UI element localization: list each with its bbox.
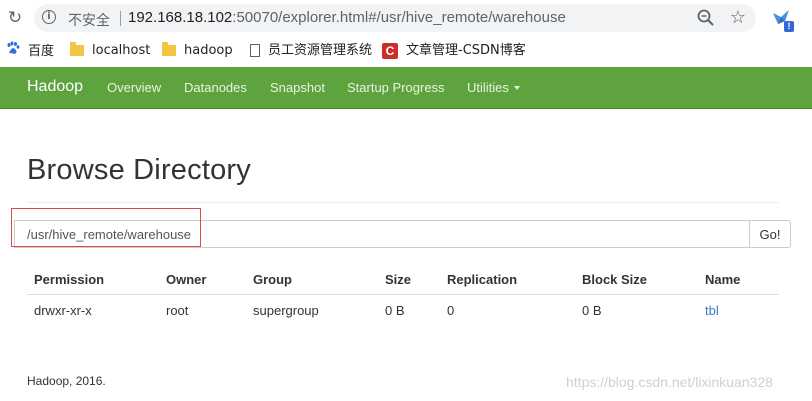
zoom-icon[interactable] <box>696 8 716 28</box>
url-path: :50070/explorer.html#/usr/hive_remote/wa… <box>232 9 566 26</box>
nav-utilities[interactable]: Utilities <box>467 80 520 95</box>
entry-name-link[interactable]: tbl <box>705 303 719 318</box>
url-host: 192.168.18.102 <box>128 9 233 26</box>
bookmark-localhost[interactable]: localhost <box>70 41 150 61</box>
url-text[interactable]: 192.168.18.102:50070/explorer.html#/usr/… <box>128 9 566 26</box>
col-owner[interactable]: Owner <box>159 264 246 295</box>
reload-icon[interactable]: ↻ <box>4 7 26 29</box>
col-permission[interactable]: Permission <box>27 264 159 295</box>
browser-address-bar: ↻ i 不安全 192.168.18.102:50070/explorer.ht… <box>0 0 812 36</box>
bookmarks-bar: 百度 localhost hadoop 员工资源管理系统 C 文章管理-CSDN博… <box>0 36 812 66</box>
col-block-size[interactable]: Block Size <box>575 264 698 295</box>
navbar-brand[interactable]: Hadoop <box>27 78 83 96</box>
extension-badge: ! <box>784 21 794 32</box>
col-replication[interactable]: Replication <box>440 264 575 295</box>
page-title: Browse Directory <box>27 154 251 186</box>
col-group[interactable]: Group <box>246 264 378 295</box>
folder-icon <box>162 42 176 56</box>
bookmark-label: localhost <box>92 43 151 58</box>
nav-snapshot[interactable]: Snapshot <box>270 80 325 95</box>
cell-owner: root <box>166 302 189 318</box>
cell-permission: drwxr-xr-x <box>34 302 92 318</box>
nav-utilities-label: Utilities <box>467 80 509 95</box>
baidu-icon <box>6 41 20 62</box>
watermark-text: https://blog.csdn.net/lixinkuan328 <box>566 374 774 390</box>
csdn-icon: C <box>382 42 398 59</box>
cell-block-size: 0 B <box>582 302 602 318</box>
nav-startup-progress[interactable]: Startup Progress <box>347 80 445 95</box>
caret-down-icon <box>513 86 520 90</box>
bookmark-hadoop[interactable]: hadoop <box>162 41 233 61</box>
bookmark-label: 员工资源管理系统 <box>268 43 373 58</box>
cell-replication: 0 <box>447 302 455 318</box>
hadoop-navbar: Hadoop Overview Datanodes Snapshot Start… <box>0 67 812 109</box>
omnibox-separator <box>120 11 121 26</box>
page-footer: Hadoop, 2016. <box>27 374 106 388</box>
cell-name: tbl <box>698 295 779 326</box>
extension-icon[interactable]: ! <box>770 7 794 32</box>
title-divider <box>27 202 779 203</box>
bookmark-star-icon[interactable]: ☆ <box>730 7 746 27</box>
col-name[interactable]: Name <box>698 264 779 295</box>
cell-group: supergroup <box>253 302 319 318</box>
nav-overview[interactable]: Overview <box>107 80 161 95</box>
go-button[interactable]: Go! <box>749 220 791 248</box>
cell-size: 0 B <box>385 302 405 318</box>
bookmark-baidu[interactable]: 百度 <box>6 41 54 61</box>
bookmark-label: 文章管理-CSDN博客 <box>406 43 526 58</box>
info-icon[interactable]: i <box>42 10 56 24</box>
col-size[interactable]: Size <box>378 264 440 295</box>
omnibox[interactable]: i 不安全 192.168.18.102:50070/explorer.html… <box>34 4 756 32</box>
bookmark-csdn[interactable]: C 文章管理-CSDN博客 <box>382 41 526 61</box>
bookmark-hr-system[interactable]: 员工资源管理系统 <box>250 41 372 61</box>
nav-datanodes[interactable]: Datanodes <box>184 80 247 95</box>
directory-listing-table: Permission Owner Group Size Replication … <box>27 264 779 325</box>
table-header-row: Permission Owner Group Size Replication … <box>27 264 779 295</box>
table-row: drwxr-xr-x root supergroup 0 B 0 0 B tbl <box>27 295 779 326</box>
folder-icon <box>70 42 84 56</box>
bookmark-label: hadoop <box>184 43 233 58</box>
directory-path-input[interactable] <box>14 220 750 248</box>
bookmark-label: 百度 <box>28 44 55 59</box>
security-label[interactable]: 不安全 <box>68 10 110 30</box>
page-icon <box>250 44 260 57</box>
